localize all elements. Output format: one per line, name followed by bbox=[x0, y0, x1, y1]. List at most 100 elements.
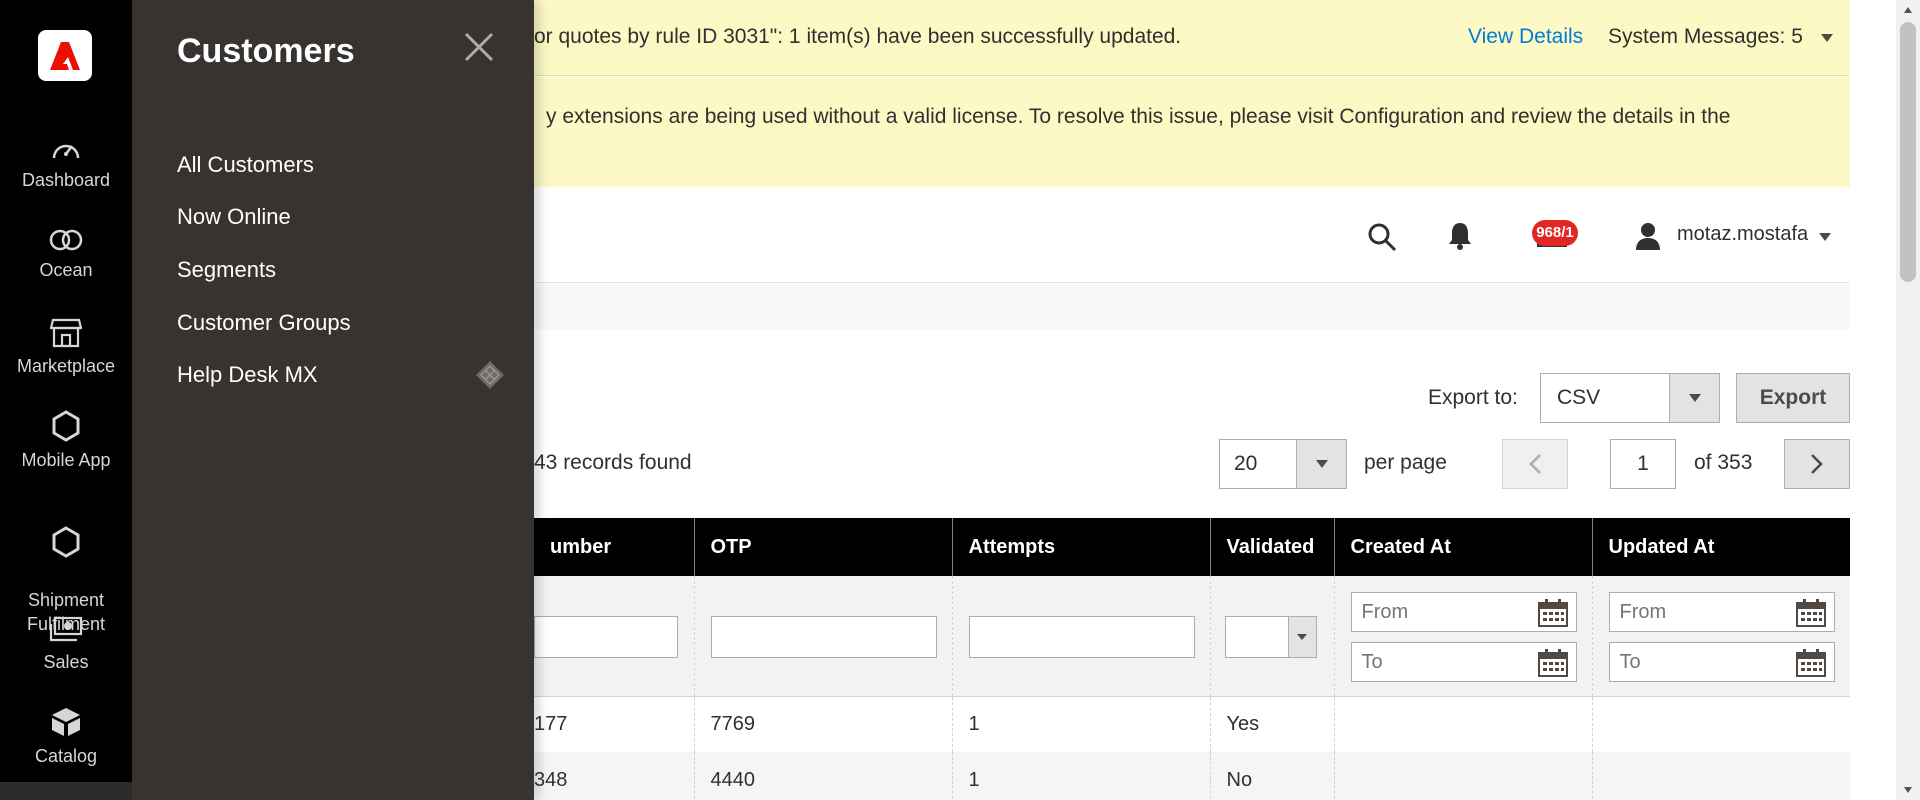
scrollbar-thumb[interactable] bbox=[1900, 22, 1916, 282]
ocean-icon bbox=[49, 229, 83, 251]
number-filter-input[interactable] bbox=[534, 616, 678, 658]
nav-item-label: Ocean bbox=[39, 260, 93, 280]
table-cell bbox=[1592, 752, 1850, 800]
nav-item-ocean[interactable]: Ocean bbox=[0, 228, 132, 282]
flyout-close-button[interactable] bbox=[462, 30, 496, 64]
flyout-item-now-online[interactable]: Now Online bbox=[177, 204, 291, 230]
filter-cell: From To bbox=[1334, 576, 1593, 697]
admin-nav: Dashboard Ocean Marketplace Mobile App S… bbox=[0, 0, 132, 800]
adobe-logo-icon bbox=[50, 41, 80, 70]
filter-cell: From To bbox=[1592, 576, 1850, 697]
chevron-left-icon bbox=[1529, 454, 1541, 474]
nav-item-label: Dashboard bbox=[21, 170, 111, 190]
scroll-down-icon[interactable] bbox=[1903, 786, 1913, 794]
nav-item-mobile-app[interactable]: Mobile App bbox=[0, 410, 132, 472]
column-header-updated-at[interactable]: Updated At bbox=[1592, 518, 1850, 576]
calendar-icon[interactable] bbox=[1795, 599, 1826, 627]
per-page-select[interactable]: 20 bbox=[1219, 439, 1347, 489]
bell-icon[interactable] bbox=[1447, 221, 1473, 251]
created-to-placeholder: To bbox=[1361, 650, 1383, 673]
system-messages-count[interactable]: System Messages: 5 bbox=[1608, 25, 1803, 49]
column-header-validated[interactable]: Validated bbox=[1210, 518, 1335, 576]
chevron-down-icon bbox=[1296, 440, 1346, 488]
next-page-button[interactable] bbox=[1784, 439, 1850, 489]
attempts-filter-input[interactable] bbox=[968, 616, 1195, 658]
chevron-right-icon bbox=[1811, 454, 1823, 474]
page-number-input[interactable]: 1 bbox=[1610, 439, 1676, 489]
nav-more-indicator bbox=[0, 782, 132, 800]
table-cell: Yes bbox=[1210, 696, 1335, 752]
sales-icon bbox=[49, 616, 83, 642]
table-cell: 7769 bbox=[694, 696, 953, 752]
table-cell: 1 bbox=[952, 696, 1211, 752]
created-to-input[interactable]: To bbox=[1350, 642, 1577, 682]
table-cell bbox=[1334, 696, 1593, 752]
calendar-icon[interactable] bbox=[1537, 649, 1568, 677]
nav-item-dashboard[interactable]: Dashboard bbox=[0, 136, 132, 192]
calendar-icon[interactable] bbox=[1537, 599, 1568, 627]
user-avatar-icon[interactable] bbox=[1635, 222, 1661, 250]
export-label: Export to: bbox=[1428, 386, 1518, 409]
nav-item-sales[interactable]: Sales bbox=[0, 616, 132, 674]
updated-to-input[interactable]: To bbox=[1608, 642, 1835, 682]
data-grid: umber OTP Attempts Validated Created At … bbox=[534, 518, 1850, 800]
license-warning-text: y extensions are being used without a va… bbox=[546, 105, 1731, 128]
updated-to-placeholder: To bbox=[1619, 650, 1641, 673]
nav-item-label: Marketplace bbox=[16, 356, 116, 376]
page-scrollbar[interactable] bbox=[1896, 0, 1920, 800]
nav-item-label: Sales bbox=[43, 652, 89, 672]
table-row[interactable]: 348 4440 1 No bbox=[534, 752, 1850, 800]
export-format-select[interactable]: CSV bbox=[1540, 373, 1720, 423]
adobe-logo[interactable] bbox=[38, 30, 92, 81]
column-header-otp[interactable]: OTP bbox=[694, 518, 953, 576]
user-name[interactable]: motaz.mostafa bbox=[1677, 223, 1808, 246]
system-message-bar: or quotes by rule ID 3031": 1 item(s) ha… bbox=[534, 0, 1850, 76]
breadcrumb-bar bbox=[534, 284, 1850, 329]
flyout-item-help-desk-mx[interactable]: Help Desk MX bbox=[177, 361, 504, 389]
dashboard-icon bbox=[52, 144, 80, 159]
hexagon-icon bbox=[52, 526, 80, 558]
per-page-label: per page bbox=[1364, 451, 1447, 474]
marketplace-icon bbox=[50, 318, 82, 348]
close-icon bbox=[464, 32, 494, 62]
otp-filter-input[interactable] bbox=[710, 616, 937, 658]
created-from-placeholder: From bbox=[1361, 600, 1409, 623]
chevron-down-icon bbox=[1287, 617, 1316, 657]
table-cell: 177 bbox=[534, 696, 695, 752]
flyout-title: Customers bbox=[177, 32, 355, 70]
nav-item-catalog[interactable]: Catalog bbox=[0, 706, 132, 768]
filter-cell bbox=[952, 576, 1211, 697]
table-cell bbox=[1592, 696, 1850, 752]
export-button[interactable]: Export bbox=[1736, 373, 1850, 423]
table-cell bbox=[1334, 752, 1593, 800]
catalog-icon bbox=[52, 708, 80, 736]
filter-cell bbox=[534, 576, 695, 697]
table-row[interactable]: 177 7769 1 Yes bbox=[534, 696, 1850, 752]
page-header: motaz.mostafa bbox=[534, 187, 1850, 283]
filter-cell bbox=[1210, 576, 1335, 697]
customers-flyout: Customers All Customers Now Online Segme… bbox=[132, 0, 534, 800]
calendar-icon[interactable] bbox=[1795, 649, 1826, 677]
created-from-input[interactable]: From bbox=[1350, 592, 1577, 632]
prev-page-button[interactable] bbox=[1502, 439, 1568, 489]
hexagon-icon bbox=[52, 410, 80, 442]
nav-item-label: Mobile App bbox=[21, 450, 111, 470]
scroll-up-icon[interactable] bbox=[1903, 6, 1913, 14]
flyout-item-label: Help Desk MX bbox=[177, 362, 318, 387]
flyout-item-all-customers[interactable]: All Customers bbox=[177, 152, 314, 178]
updated-from-input[interactable]: From bbox=[1608, 592, 1835, 632]
search-icon[interactable] bbox=[1367, 222, 1397, 252]
column-header-created-at[interactable]: Created At bbox=[1334, 518, 1593, 576]
chevron-down-icon[interactable] bbox=[1820, 33, 1834, 43]
flyout-item-segments[interactable]: Segments bbox=[177, 257, 276, 283]
extension-icon bbox=[475, 360, 505, 396]
column-header-attempts[interactable]: Attempts bbox=[952, 518, 1211, 576]
table-cell: 348 bbox=[534, 752, 695, 800]
column-header-number[interactable]: umber bbox=[534, 518, 695, 576]
view-details-link[interactable]: View Details bbox=[1468, 25, 1583, 49]
chevron-down-icon[interactable] bbox=[1818, 232, 1832, 242]
validated-filter-select[interactable] bbox=[1224, 616, 1317, 658]
flyout-item-customer-groups[interactable]: Customer Groups bbox=[177, 310, 351, 336]
nav-item-marketplace[interactable]: Marketplace bbox=[0, 316, 132, 378]
records-found-text: 43 records found bbox=[534, 451, 692, 474]
